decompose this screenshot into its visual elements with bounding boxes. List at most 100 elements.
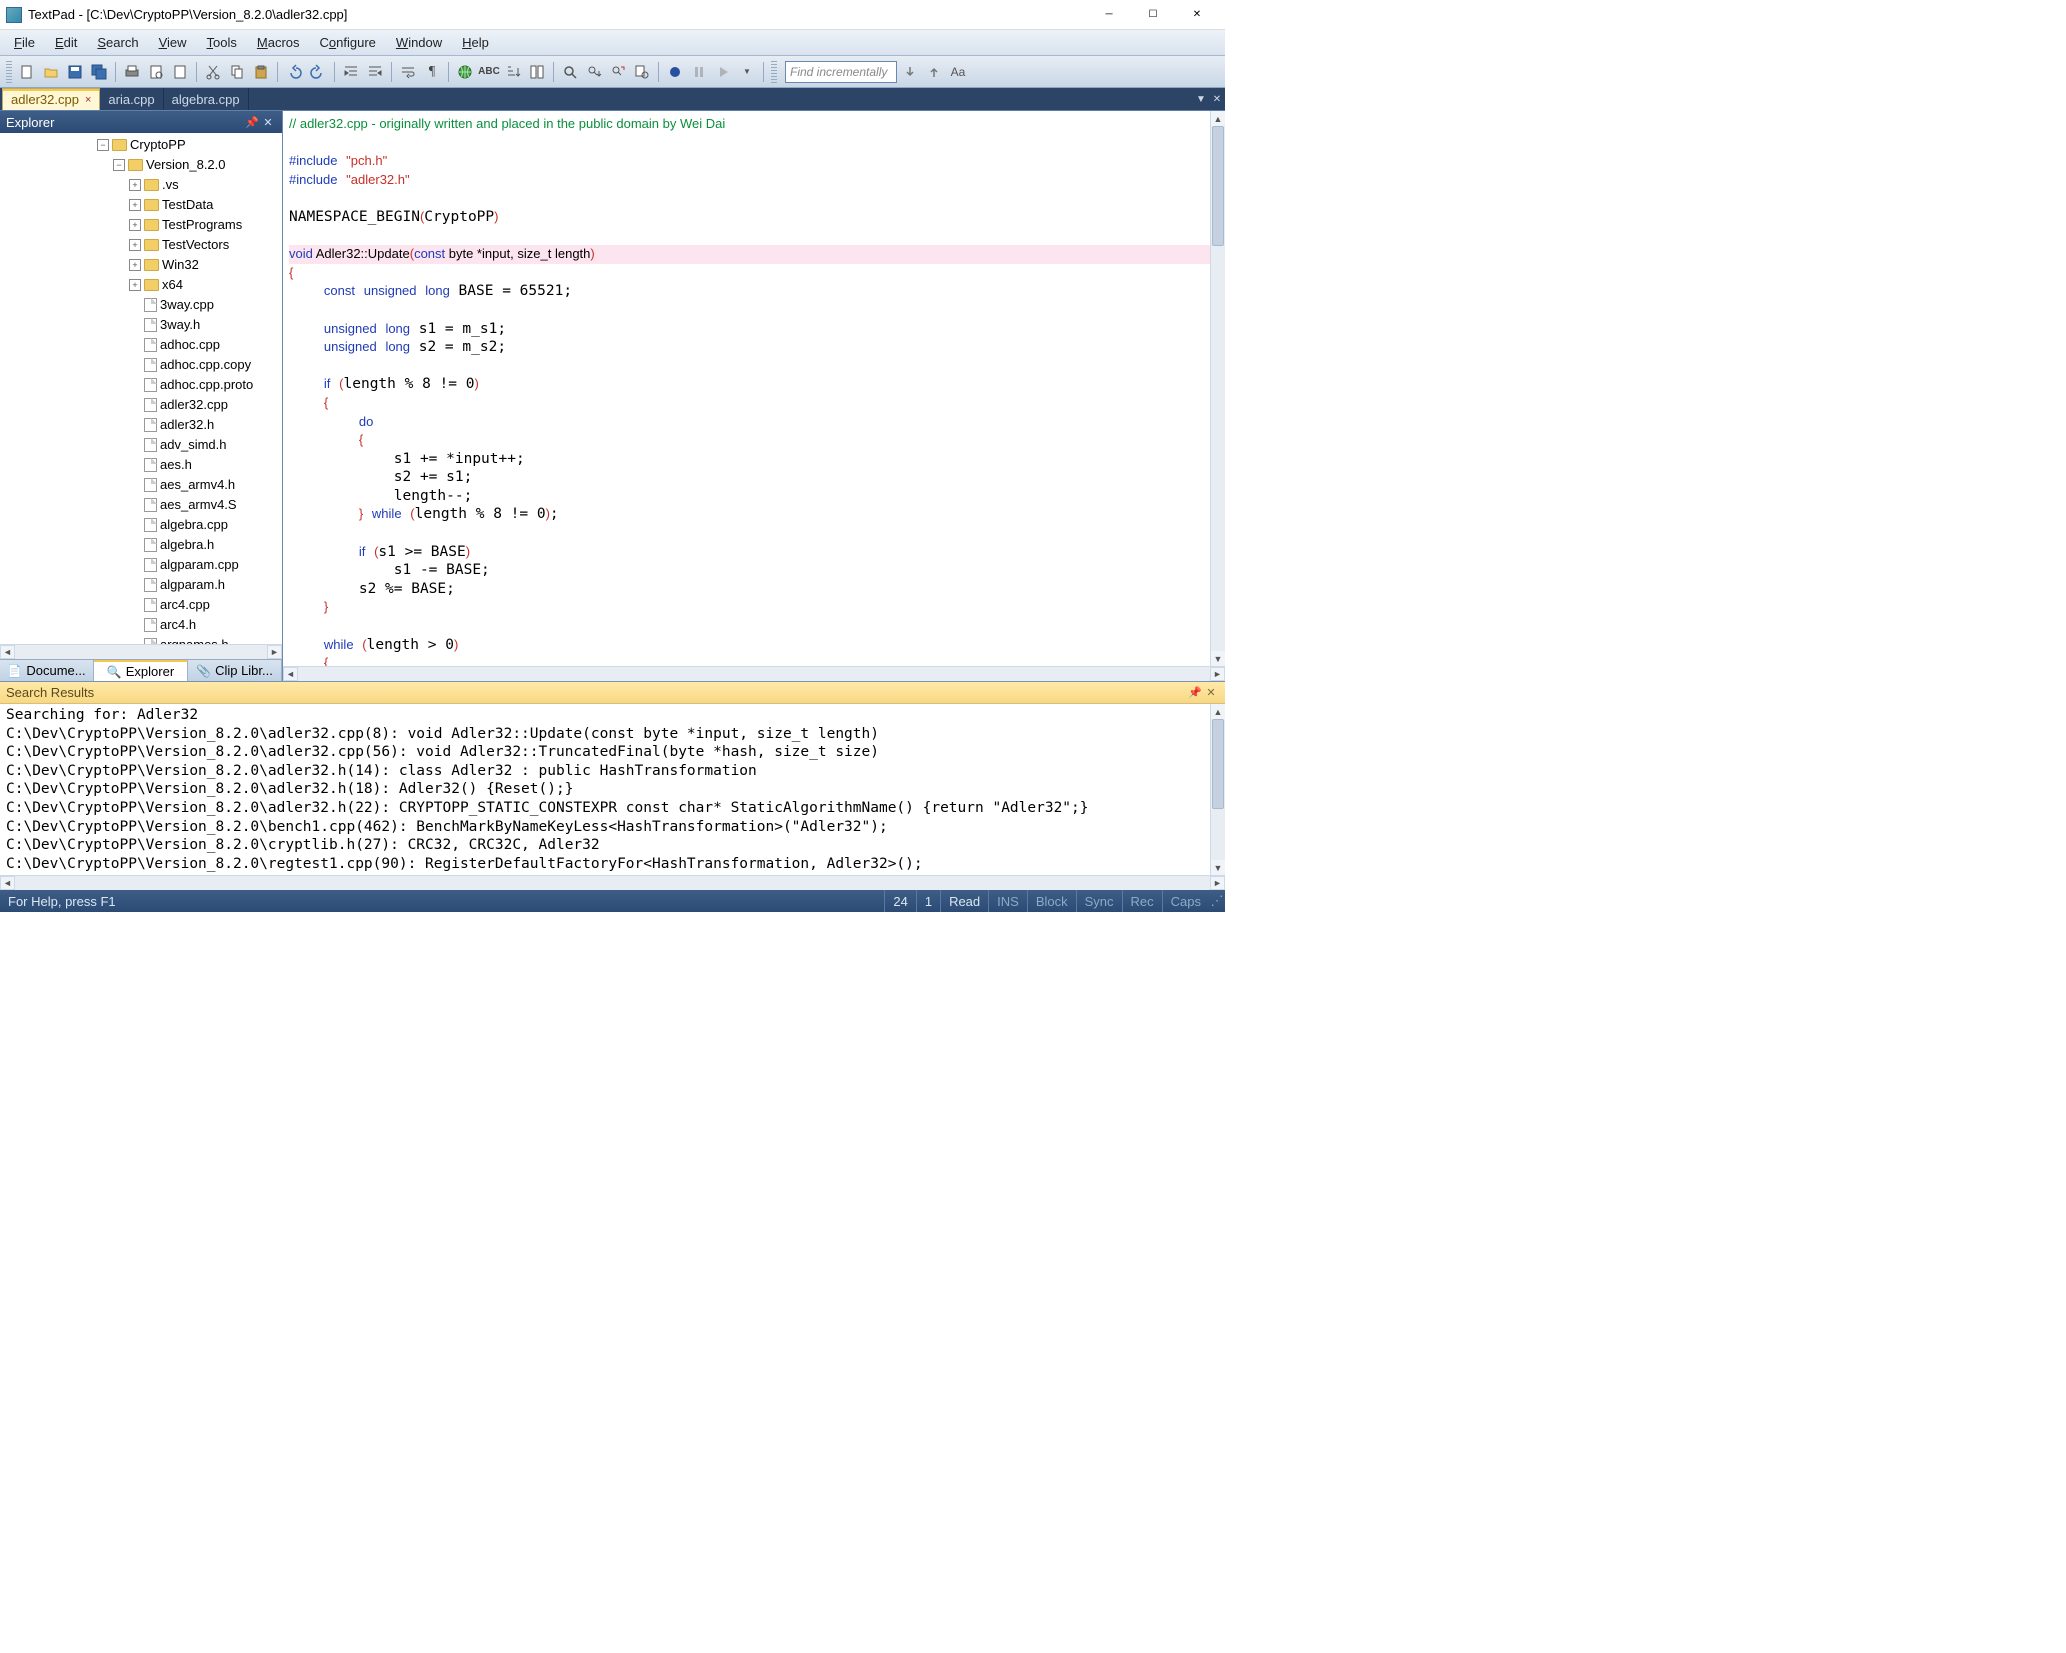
close-panel-icon[interactable]: ✕ — [260, 116, 276, 129]
bottom-tab-clip[interactable]: 📎 Clip Libr... — [188, 660, 282, 681]
tree-file[interactable]: algparam.cpp — [94, 555, 282, 575]
tree-toggle-icon[interactable]: + — [129, 279, 141, 291]
tree-version[interactable]: −Version_8.2.0 — [94, 155, 282, 175]
toolbar-handle[interactable] — [6, 61, 12, 83]
search-hscrollbar[interactable]: ◄ ► — [0, 875, 1225, 890]
print-icon[interactable] — [121, 61, 143, 83]
tree-file[interactable]: adler32.h — [94, 415, 282, 435]
menu-file[interactable]: File — [4, 32, 45, 53]
search-results-content[interactable]: Searching for: Adler32 C:\Dev\CryptoPP\V… — [0, 704, 1225, 875]
tree-file[interactable]: adv_simd.h — [94, 435, 282, 455]
tree-file[interactable]: adhoc.cpp.copy — [94, 355, 282, 375]
new-file-icon[interactable] — [16, 61, 38, 83]
menu-macros[interactable]: Macros — [247, 32, 310, 53]
tree-file[interactable]: algebra.cpp — [94, 515, 282, 535]
scroll-right-icon[interactable]: ► — [267, 645, 282, 659]
tree-file[interactable]: argnames.h — [94, 635, 282, 644]
bottom-tab-explorer[interactable]: 🔍 Explorer — [94, 660, 188, 681]
tree-toggle-icon[interactable]: − — [113, 159, 125, 171]
indent-right-icon[interactable] — [364, 61, 386, 83]
tree-toggle-icon[interactable]: + — [129, 179, 141, 191]
tab-close-all-icon[interactable]: ✕ — [1209, 88, 1225, 110]
tree-folder[interactable]: +Win32 — [94, 255, 282, 275]
search-vscrollbar[interactable]: ▲ ▼ — [1210, 704, 1225, 875]
resize-grip-icon[interactable]: ⋰ — [1209, 893, 1225, 909]
close-panel-icon[interactable]: ✕ — [1203, 686, 1219, 699]
tree-toggle-icon[interactable]: + — [129, 199, 141, 211]
menu-help[interactable]: Help — [452, 32, 499, 53]
tree-file[interactable]: algebra.h — [94, 535, 282, 555]
tree-file[interactable]: aes_armv4.S — [94, 495, 282, 515]
menu-window[interactable]: Window — [386, 32, 452, 53]
macro-dropdown-icon[interactable]: ▼ — [736, 61, 758, 83]
tree-folder[interactable]: +TestData — [94, 195, 282, 215]
tab-aria[interactable]: aria.cpp — [100, 88, 163, 110]
replace-icon[interactable] — [607, 61, 629, 83]
tree-file[interactable]: adhoc.cpp.proto — [94, 375, 282, 395]
incremental-find-input[interactable]: Find incrementally — [785, 61, 897, 83]
maximize-button[interactable]: ☐ — [1131, 1, 1175, 29]
find-up-icon[interactable] — [923, 61, 945, 83]
scroll-right-icon[interactable]: ► — [1210, 876, 1225, 890]
menu-edit[interactable]: Edit — [45, 32, 87, 53]
match-case-icon[interactable]: Aa — [947, 61, 969, 83]
tab-algebra[interactable]: algebra.cpp — [164, 88, 249, 110]
sort-icon[interactable] — [502, 61, 524, 83]
find-down-icon[interactable] — [899, 61, 921, 83]
tree-root[interactable]: −CryptoPP — [94, 135, 282, 155]
menu-configure[interactable]: Configure — [310, 32, 386, 53]
scroll-left-icon[interactable]: ◄ — [0, 645, 15, 659]
scroll-left-icon[interactable]: ◄ — [283, 667, 298, 681]
code-editor[interactable]: // adler32.cpp - originally written and … — [283, 111, 1225, 681]
play-macro-icon[interactable] — [712, 61, 734, 83]
record-macro-icon[interactable] — [664, 61, 686, 83]
file-tree[interactable]: −CryptoPP−Version_8.2.0+.vs+TestData+Tes… — [94, 133, 282, 644]
tree-file[interactable]: aes_armv4.h — [94, 475, 282, 495]
tree-file[interactable]: adhoc.cpp — [94, 335, 282, 355]
tree-file[interactable]: adler32.cpp — [94, 395, 282, 415]
redo-icon[interactable] — [307, 61, 329, 83]
tab-list-dropdown-icon[interactable]: ▼ — [1193, 88, 1209, 110]
tab-adler32[interactable]: adler32.cpp× — [2, 88, 100, 110]
paste-icon[interactable] — [250, 61, 272, 83]
tree-toggle-icon[interactable]: + — [129, 239, 141, 251]
code-content[interactable]: // adler32.cpp - originally written and … — [283, 111, 1225, 666]
close-tab-icon[interactable]: × — [85, 94, 91, 106]
explorer-hscrollbar[interactable]: ◄ ► — [0, 644, 282, 659]
tree-toggle-icon[interactable]: + — [129, 259, 141, 271]
scroll-down-icon[interactable]: ▼ — [1211, 651, 1225, 666]
find-next-icon[interactable] — [583, 61, 605, 83]
close-button[interactable]: ✕ — [1175, 1, 1219, 29]
undo-icon[interactable] — [283, 61, 305, 83]
tree-file[interactable]: 3way.cpp — [94, 295, 282, 315]
indent-left-icon[interactable] — [340, 61, 362, 83]
web-icon[interactable] — [454, 61, 476, 83]
editor-vscrollbar[interactable]: ▲ ▼ — [1210, 111, 1225, 666]
tree-folder[interactable]: +TestVectors — [94, 235, 282, 255]
scroll-left-icon[interactable]: ◄ — [0, 876, 15, 890]
minimize-button[interactable]: ─ — [1087, 1, 1131, 29]
scroll-up-icon[interactable]: ▲ — [1211, 111, 1225, 126]
find-in-files-icon[interactable] — [631, 61, 653, 83]
tree-file[interactable]: arc4.cpp — [94, 595, 282, 615]
scroll-thumb[interactable] — [1212, 719, 1224, 809]
spell-check-icon[interactable]: ABC — [478, 61, 500, 83]
bottom-tab-document[interactable]: 📄 Docume... — [0, 660, 94, 681]
save-all-icon[interactable] — [88, 61, 110, 83]
tree-folder[interactable]: +TestPrograms — [94, 215, 282, 235]
tree-file[interactable]: algparam.h — [94, 575, 282, 595]
cut-icon[interactable] — [202, 61, 224, 83]
tree-toggle-icon[interactable]: − — [97, 139, 109, 151]
word-wrap-icon[interactable] — [397, 61, 419, 83]
pin-icon[interactable]: 📌 — [1187, 686, 1203, 699]
menu-search[interactable]: Search — [87, 32, 148, 53]
menu-tools[interactable]: Tools — [197, 32, 247, 53]
toolbar-handle[interactable] — [771, 61, 777, 83]
scroll-down-icon[interactable]: ▼ — [1211, 860, 1225, 875]
pause-macro-icon[interactable] — [688, 61, 710, 83]
save-icon[interactable] — [64, 61, 86, 83]
tree-file[interactable]: arc4.h — [94, 615, 282, 635]
pin-icon[interactable]: 📌 — [244, 116, 260, 129]
tree-file[interactable]: aes.h — [94, 455, 282, 475]
compare-icon[interactable] — [526, 61, 548, 83]
